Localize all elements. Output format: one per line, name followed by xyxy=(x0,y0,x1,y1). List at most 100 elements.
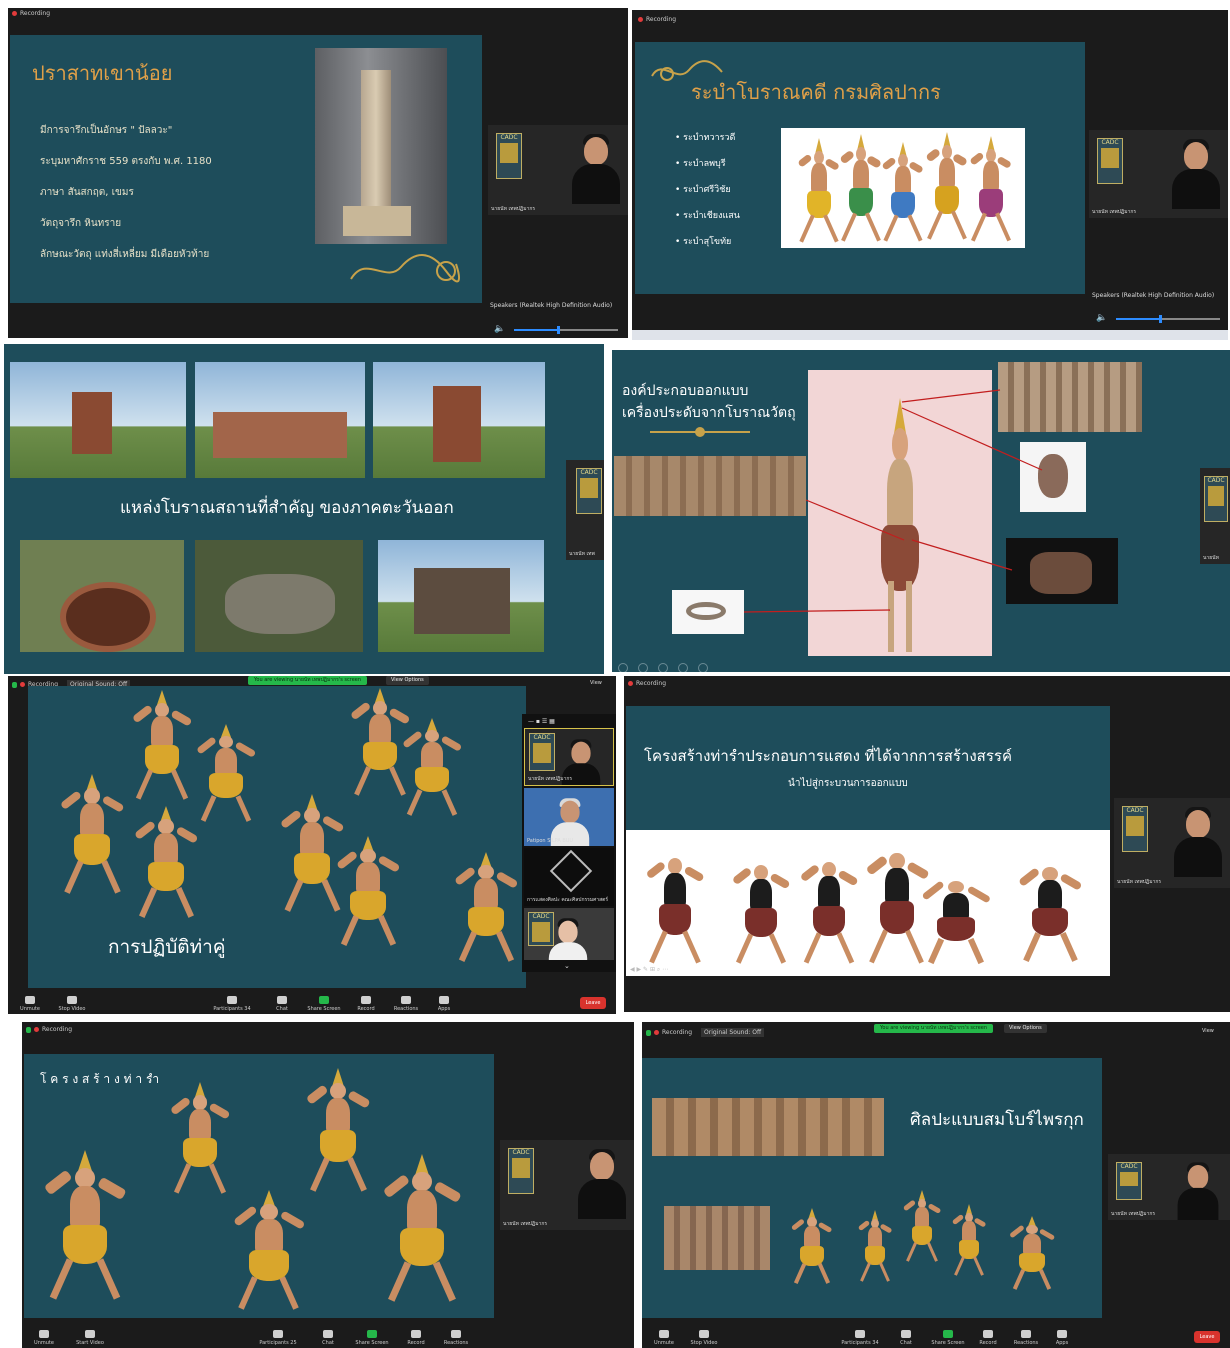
participants-button[interactable]: Participants 34 xyxy=(210,996,254,1012)
dancer-figure xyxy=(925,132,969,240)
recording-indicator: Recording xyxy=(638,16,676,23)
slide-title: โครงสร้างท่ารำประกอบการแสดง ที่ได้จากการ… xyxy=(644,747,1012,765)
start-video-button[interactable]: Start Video xyxy=(68,1330,112,1346)
zoom-icon[interactable] xyxy=(678,663,689,672)
share-screen-button[interactable]: Share Screen xyxy=(302,996,346,1012)
zoom-window-7: Recording โ ค ร ง ส ร้ า ง ท่ า รำ CADC … xyxy=(22,1022,634,1348)
view-button[interactable]: View xyxy=(1202,1028,1214,1034)
speaker-avatar xyxy=(578,1149,626,1219)
participant-tile[interactable]: CADC นายนัท เทพปฏิมากร xyxy=(524,728,614,786)
more-icon[interactable] xyxy=(698,663,709,672)
slide-title: โ ค ร ง ส ร้ า ง ท่ า รำ xyxy=(40,1072,160,1086)
volume-slider-knob[interactable] xyxy=(1158,315,1162,323)
participant-tile[interactable]: การเเสดงศิลปะ คณะศิลปกรรมศาสตร์ xyxy=(524,848,614,906)
slide-title: ปราสาทเขาน้อย xyxy=(32,61,173,85)
dancer-figure xyxy=(903,1190,941,1262)
participant-tile[interactable]: CADC xyxy=(524,908,614,960)
record-dot-icon xyxy=(638,17,643,22)
stop-video-button[interactable]: Stop Video xyxy=(682,1330,726,1346)
reactions-icon xyxy=(451,1330,461,1338)
logo-art xyxy=(1120,1172,1138,1186)
record-icon xyxy=(411,1330,421,1338)
record-icon xyxy=(983,1330,993,1338)
dancer-figure xyxy=(169,1082,231,1194)
zoom-window-3: แหล่งโบราณสถานที่สำคัญ ของภาคตะวันออก CA… xyxy=(4,344,604,674)
slide-subtitle: นำไปสู่กระบวนการออกแบบ xyxy=(788,778,908,789)
logo-art xyxy=(533,743,551,763)
unmute-button[interactable]: Unmute xyxy=(642,1330,686,1346)
unmute-button[interactable]: Unmute xyxy=(22,1330,66,1346)
video-camera-icon xyxy=(67,996,77,1004)
cadc-logo: CADC xyxy=(1097,138,1123,184)
chat-button[interactable]: Chat xyxy=(260,996,304,1012)
speaker-volume-icon[interactable]: 🔈 xyxy=(494,324,505,334)
dancer-figure xyxy=(401,718,463,816)
recording-indicator: Recording Original Sound: Off xyxy=(646,1028,765,1037)
speaker-video[interactable]: CADC นายนัท เทพปฏิมากร xyxy=(1114,798,1230,888)
share-screen-button[interactable]: Share Screen xyxy=(350,1330,394,1346)
record-button[interactable]: Record xyxy=(394,1330,438,1346)
stone-stele xyxy=(361,70,391,210)
ruin-photo xyxy=(378,540,544,652)
original-sound-button[interactable]: Original Sound: Off xyxy=(701,1028,765,1037)
stop-video-button[interactable]: Stop Video xyxy=(50,996,94,1012)
participants-icon xyxy=(273,1330,283,1338)
record-dot-icon xyxy=(654,1030,659,1035)
apps-button[interactable]: Apps xyxy=(1040,1330,1084,1346)
brick-tower xyxy=(433,386,481,462)
dancer-figure xyxy=(131,690,193,800)
zoom-window-5: Recording Original Sound: Off You are vi… xyxy=(8,676,616,1014)
ruin-photo xyxy=(20,540,184,652)
slide-text-list: มีการจารึกเป็นอักษร " ปัลลวะ" ระบุมหาศัก… xyxy=(40,123,212,262)
cadc-logo: CADC xyxy=(1116,1162,1142,1200)
share-screen-button[interactable]: Share Screen xyxy=(926,1330,970,1346)
chevron-down-icon[interactable]: ⌄ xyxy=(564,962,570,970)
participants-button[interactable]: Participants 25 xyxy=(256,1330,300,1346)
unmute-button[interactable]: Unmute xyxy=(8,996,52,1012)
prev-slide-icon[interactable] xyxy=(618,663,628,672)
view-options-button[interactable]: View Options xyxy=(386,676,429,685)
speaker-video[interactable]: CADC นายนัท เทพปฏิมากร xyxy=(488,125,628,215)
speaker-video[interactable]: CADC นายนัท เทพปฏิมากร xyxy=(1108,1154,1230,1220)
record-dot-icon xyxy=(20,682,25,687)
speaker-video-cropped[interactable]: CADC นายนัท xyxy=(1200,468,1230,564)
volume-slider-knob[interactable] xyxy=(556,326,560,334)
pen-icon[interactable] xyxy=(658,663,669,672)
face xyxy=(560,800,580,823)
viewing-banner: You are viewing นายนัท เทพปฏิมากร's scre… xyxy=(248,676,368,685)
participants-button[interactable]: Participants 34 xyxy=(838,1330,882,1346)
volume-slider[interactable] xyxy=(1116,315,1220,323)
dancer-figure xyxy=(731,852,791,964)
next-slide-icon[interactable] xyxy=(638,663,649,672)
participant-name: Patipon SILPA BUU xyxy=(527,838,574,844)
speaker-video[interactable]: CADC นายนัท เทพปฏิมากร xyxy=(500,1140,634,1230)
apps-button[interactable]: Apps xyxy=(422,996,466,1012)
recording-indicator: Recording xyxy=(628,680,666,687)
apps-icon xyxy=(1057,1330,1067,1338)
leave-button[interactable]: Leave xyxy=(580,997,606,1009)
slide-line: ภาษา สันสกฤต, เขมร xyxy=(40,187,134,198)
view-button[interactable]: View xyxy=(590,680,602,686)
speaker-video[interactable]: CADC นายนัท เทพปฏิมากร xyxy=(1089,130,1228,218)
mic-muted-icon xyxy=(25,996,35,1004)
reactions-button[interactable]: Reactions xyxy=(434,1330,478,1346)
participant-tile[interactable]: Patipon SILPA BUU xyxy=(524,788,614,846)
logo-art xyxy=(1126,816,1144,836)
cadc-logo: CADC xyxy=(1122,806,1148,852)
volume-slider[interactable] xyxy=(514,326,618,334)
leave-button[interactable]: Leave xyxy=(1194,1331,1220,1343)
view-options-button[interactable]: View Options xyxy=(1004,1024,1047,1033)
slide-controls[interactable]: ◀ ▶ ✎ ⊞ ⌕ ⋯ xyxy=(630,966,668,974)
slide-controls[interactable] xyxy=(618,658,714,672)
volume-slider-fill xyxy=(514,329,558,331)
record-button[interactable]: Record xyxy=(344,996,388,1012)
speaker-volume-icon[interactable]: 🔈 xyxy=(1096,313,1107,323)
zoom-window-2: Recording ระบำโบราณคดี กรมศิลปากร • ระบำ… xyxy=(632,10,1228,340)
dancer-figure xyxy=(951,1204,987,1276)
chat-button[interactable]: Chat xyxy=(306,1330,350,1346)
brick-tower xyxy=(72,392,112,454)
chat-button[interactable]: Chat xyxy=(884,1330,928,1346)
gallery-controls[interactable]: — ▪ ☰ ▦ xyxy=(528,718,555,725)
ruin-photo xyxy=(195,362,365,478)
speaker-video-cropped[interactable]: CADC นายนัท เทพ xyxy=(566,460,604,560)
